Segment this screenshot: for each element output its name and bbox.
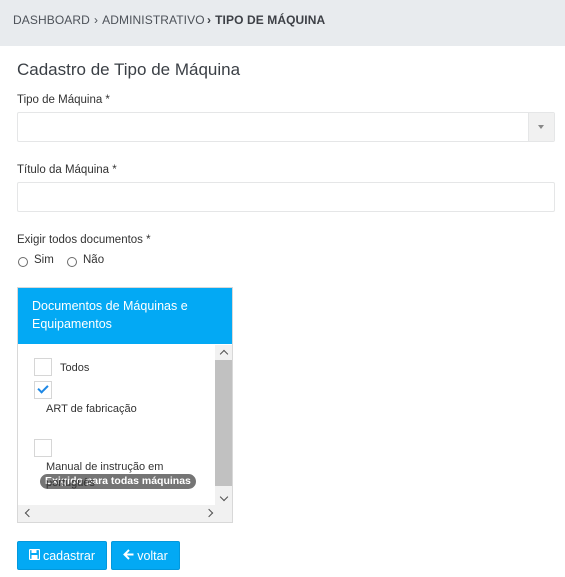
exigir-documentos-label: Exigir todos documentos * bbox=[17, 234, 151, 246]
list-item-label: Todos bbox=[60, 362, 90, 374]
list-item-label: Manual de instrução em português bbox=[46, 461, 164, 489]
select-arrow-button[interactable] bbox=[528, 113, 554, 141]
scrollbar-thumb[interactable] bbox=[215, 360, 232, 486]
scroll-up-icon[interactable] bbox=[215, 346, 232, 360]
radio-sim[interactable] bbox=[18, 257, 28, 267]
radio-sim-label[interactable]: Sim bbox=[34, 254, 54, 266]
horizontal-scrollbar[interactable] bbox=[18, 505, 232, 522]
tipo-maquina-label: Tipo de Máquina * bbox=[17, 94, 110, 106]
breadcrumb-administrativo[interactable]: › ADMINISTRATIVO bbox=[94, 13, 205, 27]
titulo-maquina-label: Título da Máquina * bbox=[17, 164, 117, 176]
checkmark-icon bbox=[37, 382, 49, 394]
breadcrumb-current-label: TIPO DE MÁQUINA bbox=[215, 13, 326, 27]
back-button-label: voltar bbox=[137, 548, 168, 563]
save-button[interactable]: cadastrar bbox=[17, 541, 107, 570]
radio-nao-label[interactable]: Não bbox=[83, 254, 104, 266]
breadcrumb-administrativo-label: ADMINISTRATIVO bbox=[102, 13, 205, 27]
checkbox-manual-instrucao[interactable] bbox=[34, 439, 52, 457]
documents-list[interactable]: Todos ART de fabricação Exigido para tod… bbox=[18, 345, 215, 505]
breadcrumb: DASHBOARD › ADMINISTRATIVO › TIPO DE MÁQUI… bbox=[0, 0, 565, 46]
documents-panel-header: Documentos de Máquinas e Equipamentos bbox=[18, 288, 232, 344]
titulo-maquina-input[interactable] bbox=[17, 182, 555, 212]
checkbox-art-fabricacao[interactable] bbox=[34, 381, 52, 399]
breadcrumb-current: › TIPO DE MÁQUINA bbox=[207, 13, 325, 27]
caret-down-icon bbox=[538, 125, 544, 129]
save-button-label: cadastrar bbox=[42, 548, 96, 563]
page-title: Cadastro de Tipo de Máquina bbox=[17, 60, 241, 79]
breadcrumb-separator: › bbox=[207, 13, 212, 27]
scroll-down-icon[interactable] bbox=[215, 490, 232, 504]
floppy-disk-icon bbox=[28, 548, 41, 563]
breadcrumb-dashboard[interactable]: DASHBOARD bbox=[13, 13, 90, 27]
arrow-left-icon bbox=[123, 548, 134, 563]
tipo-maquina-select[interactable] bbox=[17, 112, 555, 142]
radio-nao[interactable] bbox=[67, 257, 77, 267]
breadcrumb-separator: › bbox=[94, 13, 99, 27]
checkbox-todos[interactable] bbox=[34, 358, 52, 376]
documents-panel: Documentos de Máquinas e Equipamentos To… bbox=[17, 287, 233, 523]
list-item-label: ART de fabricação bbox=[46, 403, 137, 415]
vertical-scrollbar[interactable] bbox=[215, 345, 232, 505]
scroll-left-icon[interactable] bbox=[20, 505, 37, 522]
scroll-right-icon[interactable] bbox=[200, 505, 217, 522]
back-button[interactable]: voltar bbox=[111, 541, 180, 570]
